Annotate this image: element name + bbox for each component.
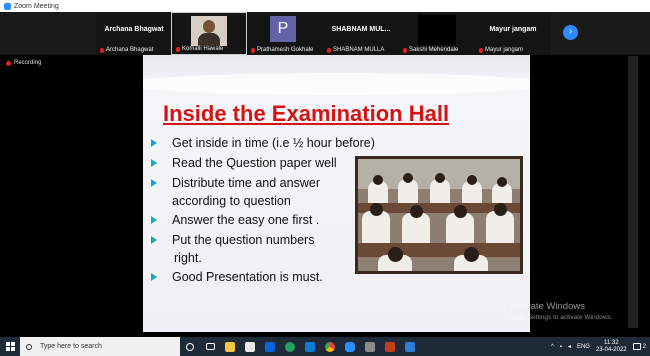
participant-label: Komalli Hawale: [176, 46, 223, 52]
windows-logo-icon: [5, 342, 15, 351]
zoom-app-icon: [4, 2, 11, 10]
participant-label: Sakshi Mehendale: [403, 47, 458, 53]
search-placeholder: Type here to search: [40, 343, 102, 350]
store-icon: [245, 341, 255, 352]
network-icon[interactable]: ▪: [560, 344, 562, 350]
participant-tile[interactable]: Sakshi Mehendale: [399, 12, 475, 55]
bullet-arrow-icon: [151, 179, 157, 187]
mail-icon: [265, 341, 275, 352]
taskbar-app[interactable]: [380, 337, 400, 356]
start-button[interactable]: [0, 337, 20, 356]
bullet-arrow-icon: [151, 216, 157, 224]
exam-hall-photo: [355, 156, 523, 274]
taskbar-app[interactable]: [260, 337, 280, 356]
participant-display-name: SHABNAM MUL...: [331, 26, 391, 33]
recording-label: Recording: [14, 60, 42, 66]
taskbar-app[interactable]: [320, 337, 340, 356]
task-view-icon: [205, 343, 215, 350]
powerpoint-icon: [385, 341, 395, 352]
language-indicator[interactable]: ENG: [577, 344, 590, 350]
taskbar-app[interactable]: [240, 337, 260, 356]
participant-label: SHABNAM MULLA: [327, 47, 384, 53]
recording-dot-icon: [6, 60, 11, 66]
clock[interactable]: 11:32 23-04-2022: [596, 340, 627, 354]
participant-tile[interactable]: SHABNAM MUL... SHABNAM MULLA: [323, 12, 399, 55]
taskbar: Type here to search ^ ▪ ◂ ENG 11:32 23-0…: [0, 337, 650, 356]
clock-time: 11:32: [604, 339, 619, 346]
participant-tile[interactable]: Mayur jangam Mayur jangam: [475, 12, 551, 55]
participant-strip: Archana Bhagwat Archana Bhagwat Komalli …: [0, 12, 650, 55]
muted-mic-icon: [403, 47, 407, 53]
participant-display-name: Mayur jangam: [489, 26, 537, 33]
taskbar-app[interactable]: [280, 337, 300, 356]
bullet-arrow-icon: [151, 273, 157, 281]
taskbar-app[interactable]: [360, 337, 380, 356]
taskbar-app[interactable]: [340, 337, 360, 356]
window-titlebar: Zoom Meeting: [0, 0, 650, 12]
word-icon: [405, 341, 415, 352]
next-participants-button[interactable]: ›: [563, 25, 578, 40]
chrome-icon: [325, 341, 335, 352]
taskbar-app[interactable]: [400, 337, 420, 356]
app-icon: [365, 341, 375, 352]
participant-tile-active-speaker[interactable]: Komalli Hawale: [171, 12, 247, 55]
task-view-button[interactable]: [200, 337, 220, 356]
chevron-up-icon[interactable]: ^: [551, 344, 554, 350]
volume-icon[interactable]: ◂: [568, 343, 571, 350]
muted-mic-icon: [100, 47, 104, 53]
notification-center-icon[interactable]: [632, 343, 641, 350]
cortana-button[interactable]: [180, 337, 200, 356]
muted-mic-icon: [479, 47, 483, 53]
search-icon: [26, 343, 32, 350]
participant-avatar: P: [270, 16, 296, 42]
bullet-arrow-icon: [151, 139, 157, 147]
activate-windows-subtitle: Go to Settings to activate Windows.: [510, 314, 613, 321]
cortana-icon: [186, 342, 194, 351]
participant-label: Mayur jangam: [479, 47, 523, 53]
muted-mic-icon: [176, 46, 180, 52]
slide-header-curve: [143, 73, 530, 95]
file-explorer-icon: [225, 341, 235, 352]
participant-tile[interactable]: P Prathamesh Gokhale: [247, 12, 323, 55]
system-tray: ^ ▪ ◂ ENG 11:32 23-04-2022 2: [551, 337, 646, 356]
muted-mic-icon: [327, 47, 331, 53]
notification-count: 2: [642, 343, 646, 350]
app-icon: [305, 341, 315, 352]
zoom-icon: [345, 341, 355, 352]
participant-display-name: Archana Bhagwat: [104, 26, 164, 33]
recording-indicator: Recording: [6, 60, 41, 66]
muted-mic-icon: [251, 47, 255, 53]
participant-video: [191, 16, 227, 46]
clock-date: 23-04-2022: [595, 346, 627, 353]
activate-windows-title: Activate Windows: [510, 301, 585, 312]
bullet-arrow-icon: [151, 159, 157, 167]
participant-video-off: [418, 15, 456, 45]
side-panel-edge: [628, 56, 638, 328]
bullet-arrow-icon: [151, 236, 157, 244]
taskbar-search-box[interactable]: Type here to search: [20, 337, 180, 356]
taskbar-app[interactable]: [300, 337, 320, 356]
participant-label: Archana Bhagwat: [100, 47, 153, 53]
participant-tile[interactable]: Archana Bhagwat Archana Bhagwat: [96, 12, 172, 55]
slide-title: Inside the Examination Hall: [163, 101, 450, 126]
participant-label: Prathamesh Gokhale: [251, 47, 313, 53]
window-title: Zoom Meeting: [14, 2, 59, 10]
shared-slide: Inside the Examination Hall Get inside i…: [143, 55, 530, 332]
edge-icon: [285, 341, 295, 352]
taskbar-app[interactable]: [220, 337, 240, 356]
